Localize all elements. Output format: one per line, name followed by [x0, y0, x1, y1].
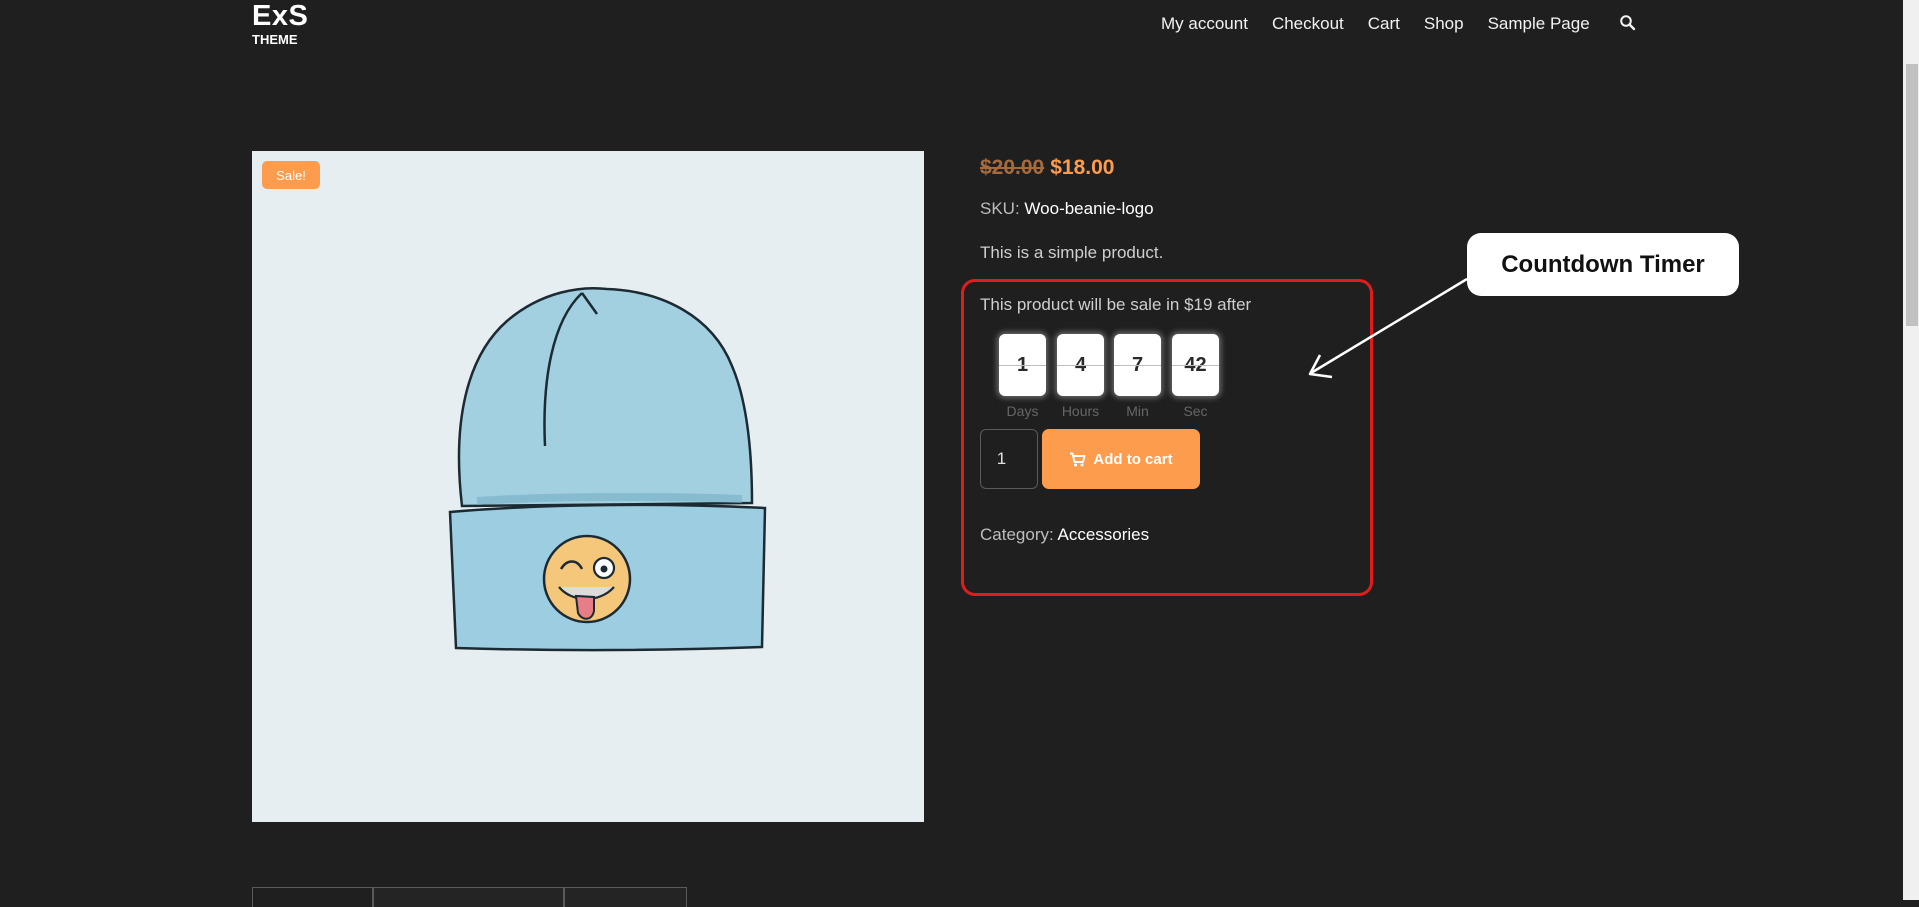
- nav-my-account[interactable]: My account: [1161, 13, 1248, 35]
- add-to-cart-label: Add to cart: [1093, 450, 1173, 468]
- cart-icon: [1070, 452, 1086, 466]
- tab-description[interactable]: [252, 887, 373, 907]
- sku-value: Woo-beanie-logo: [1024, 199, 1154, 218]
- product-image[interactable]: [252, 151, 924, 822]
- countdown-seconds: 42: [1172, 334, 1219, 396]
- countdown-hours-label: Hours: [1061, 403, 1100, 419]
- site-logo-subtitle: THEME: [252, 32, 298, 47]
- countdown-minutes-label: Min: [1126, 403, 1149, 419]
- nav-sample-page[interactable]: Sample Page: [1488, 13, 1590, 35]
- product-sku: SKU: Woo-beanie-logo: [980, 198, 1154, 220]
- product-price: $20.00 $18.00: [980, 154, 1114, 182]
- old-price: $20.00: [980, 156, 1045, 179]
- site-logo[interactable]: ExS: [252, 0, 308, 32]
- search-icon[interactable]: [1619, 14, 1637, 32]
- category-label: Category:: [980, 525, 1054, 544]
- countdown-days-label: Days: [1006, 403, 1039, 419]
- category-link[interactable]: Accessories: [1058, 525, 1150, 544]
- countdown-seconds-label: Sec: [1183, 403, 1208, 419]
- nav-shop[interactable]: Shop: [1424, 13, 1464, 35]
- product-description: This is a simple product.: [980, 243, 1164, 262]
- countdown-days: 1: [999, 334, 1046, 396]
- beanie-illustration: [448, 287, 767, 652]
- countdown-minutes: 7: [1114, 334, 1161, 396]
- tab-additional-information[interactable]: [373, 887, 564, 907]
- scrollbar-thumb[interactable]: [1906, 64, 1918, 326]
- sku-label: SKU:: [980, 199, 1020, 218]
- product-category: Category: Accessories: [980, 524, 1149, 546]
- main-nav: My account Checkout Cart Shop Sample Pag…: [1161, 13, 1614, 35]
- add-to-cart-button[interactable]: Add to cart: [1042, 429, 1200, 489]
- nav-cart[interactable]: Cart: [1368, 13, 1400, 35]
- countdown-timer-callout: Countdown Timer: [1467, 233, 1739, 296]
- tab-reviews[interactable]: [564, 887, 687, 907]
- nav-checkout[interactable]: Checkout: [1272, 13, 1344, 35]
- countdown-hours: 4: [1057, 334, 1104, 396]
- sale-price: $18.00: [1050, 156, 1115, 179]
- product-tabs: [252, 887, 687, 907]
- quantity-input[interactable]: [980, 429, 1038, 489]
- sale-countdown-note: This product will be sale in $19 after: [980, 295, 1252, 314]
- sale-badge: Sale!: [262, 161, 320, 189]
